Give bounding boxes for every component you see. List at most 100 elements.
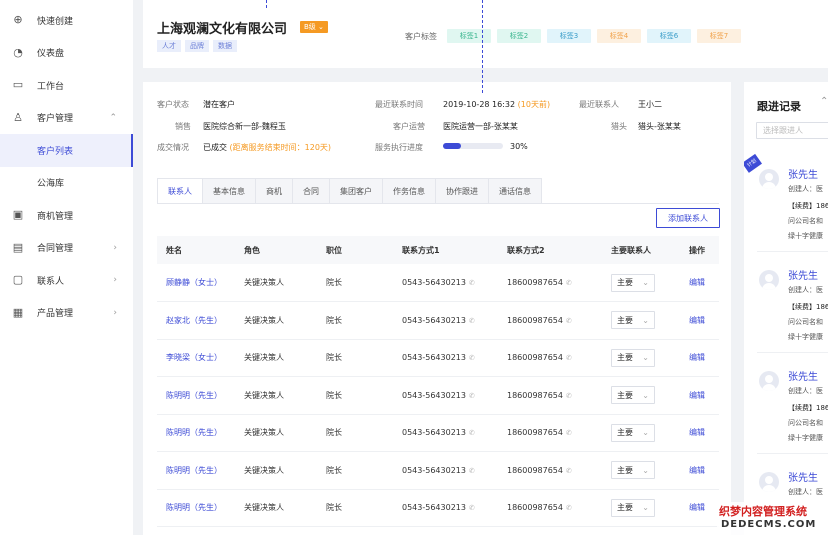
follow-up-card[interactable]: 张先生 创建人：医 【续费】186 问公司名和 绿十字健康 xyxy=(744,252,828,353)
record-line: 绿十字健康 xyxy=(788,232,823,240)
phone-icon[interactable]: ✆ xyxy=(566,392,572,400)
main-contact-cell: 主要 ⌄ xyxy=(602,339,680,377)
edit-link[interactable]: 编辑 xyxy=(680,489,719,527)
tab-call-info[interactable]: 通话信息 xyxy=(488,178,542,204)
contact-name-link[interactable]: 李晓梁（女士） xyxy=(157,339,235,377)
ops-value: 医院运营一部-张某某 xyxy=(443,122,518,131)
phone-icon[interactable]: ✆ xyxy=(469,279,475,287)
follower-name[interactable]: 张先生 xyxy=(788,267,818,282)
product-icon: ▦ xyxy=(12,305,24,319)
main-contact-select[interactable]: 主要 ⌄ xyxy=(611,311,655,330)
plan-corner-tag: 计划 xyxy=(744,153,762,173)
contact-role: 关键决策人 xyxy=(235,301,317,340)
collapse-icon[interactable]: ⌃ xyxy=(820,96,828,107)
customer-tag[interactable]: 标签6 xyxy=(647,29,691,43)
record-line: 绿十字健康 xyxy=(788,333,823,341)
phone-icon[interactable]: ✆ xyxy=(566,504,572,512)
tab-basic-info[interactable]: 基本信息 xyxy=(202,178,256,204)
phone-icon[interactable]: ✆ xyxy=(566,429,572,437)
contact-name-link[interactable]: 陈明明（先生） xyxy=(157,414,235,452)
contact-name-link[interactable]: 顾静静（女士） xyxy=(157,264,235,302)
customer-tag[interactable]: 标签1 xyxy=(447,29,491,43)
level-badge[interactable]: B级 ⌄ xyxy=(300,21,328,33)
edit-link[interactable]: 编辑 xyxy=(680,264,719,302)
main-contact-select[interactable]: 主要 ⌄ xyxy=(611,273,655,292)
phone-icon[interactable]: ✆ xyxy=(566,467,572,475)
phone-icon[interactable]: ✆ xyxy=(469,392,475,400)
chevron-down-icon: ⌄ xyxy=(318,23,324,31)
customer-tag[interactable]: 标签4 xyxy=(597,29,641,43)
tab-contract[interactable]: 合同 xyxy=(292,178,330,204)
contact-title: 院长 xyxy=(317,414,393,452)
edit-link[interactable]: 编辑 xyxy=(680,339,719,377)
phone-icon[interactable]: ✆ xyxy=(469,354,475,362)
nav-workbench[interactable]: ▭ 工作台 xyxy=(0,69,133,102)
follower-name[interactable]: 张先生 xyxy=(788,469,818,484)
contact-phone1: 0543-56430213 xyxy=(402,390,466,400)
nav-product-management[interactable]: ▦ 产品管理 › xyxy=(0,297,133,330)
creator-text: 创建人：医 xyxy=(788,286,823,294)
tab-opportunity[interactable]: 商机 xyxy=(255,178,293,204)
phone-icon[interactable]: ✆ xyxy=(566,279,572,287)
phone-icon[interactable]: ✆ xyxy=(469,317,475,325)
contact-phone2-cell: 18600987654 ✆ xyxy=(498,489,602,527)
tab-work-info[interactable]: 作务信息 xyxy=(382,178,436,204)
sales-value: 医院综合新一部-魏程玉 xyxy=(203,122,286,131)
detail-tabs: 联系人 基本信息 商机 合同 集团客户 作务信息 协作跟进 通话信息 xyxy=(157,178,542,204)
follower-name[interactable]: 张先生 xyxy=(788,368,818,383)
nav-contract-management[interactable]: ▤ 合同管理 › xyxy=(0,232,133,265)
contact-role: 关键决策人 xyxy=(235,376,317,415)
contact-phone2: 18600987654 xyxy=(507,353,563,363)
main-contact-select[interactable]: 主要 ⌄ xyxy=(611,348,655,367)
contact-phone1-cell: 0543-56430213 ✆ xyxy=(393,264,498,302)
main-contact-select[interactable]: 主要 ⌄ xyxy=(611,386,655,405)
phone-icon[interactable]: ✆ xyxy=(566,317,572,325)
follower-name[interactable]: 张先生 xyxy=(788,166,818,181)
main-contact-select[interactable]: 主要 ⌄ xyxy=(611,461,655,480)
table-row: 陈明明（先生） 关键决策人 院长 0543-56430213 ✆ 18600987654 ✆… xyxy=(157,414,719,452)
record-line: 【续费】186 xyxy=(788,303,828,311)
nav-customer-list[interactable]: 客户列表 xyxy=(0,134,133,167)
contact-phone1-cell: 0543-56430213 ✆ xyxy=(393,339,498,377)
follow-up-title: 跟进记录 xyxy=(757,100,801,113)
customer-tag[interactable]: 标签3 xyxy=(547,29,591,43)
nav-contacts[interactable]: ▢ 联系人 › xyxy=(0,264,133,297)
contact-name-link[interactable]: 陈明明（先生） xyxy=(157,451,235,490)
edit-link[interactable]: 编辑 xyxy=(680,451,719,490)
tab-group-customer[interactable]: 集团客户 xyxy=(329,178,383,204)
tab-collab-followup[interactable]: 协作跟进 xyxy=(435,178,489,204)
contact-phone1: 0543-56430213 xyxy=(402,278,466,287)
progress-label: 服务执行进度 xyxy=(375,143,423,152)
edit-link[interactable]: 编辑 xyxy=(680,376,719,415)
nav-quick-create[interactable]: ⊕ 快速创建 xyxy=(0,4,133,37)
follow-up-panel: 跟进记录 ⌃ 选择跟进人 计划张先生 创建人：医 【续费】186 问公司名和 绿十字健康… xyxy=(744,82,828,535)
nav-customer-management[interactable]: ♙ 客户管理 ⌃ xyxy=(0,102,133,135)
customer-tag[interactable]: 标签2 xyxy=(497,29,541,43)
contact-name-link[interactable]: 陈明明（先生） xyxy=(157,489,235,527)
customer-tag[interactable]: 标签7 xyxy=(697,29,741,43)
phone-icon[interactable]: ✆ xyxy=(566,354,572,362)
nav-opportunity-management[interactable]: ▣ 商机管理 xyxy=(0,199,133,232)
guide-line xyxy=(266,0,267,8)
contact-name-link[interactable]: 赵家北（先生） xyxy=(157,301,235,340)
chevron-down-icon: ⌄ xyxy=(642,390,649,400)
last-contact-time-label: 最近联系时间 xyxy=(375,100,423,109)
contact-phone2: 18600987654 xyxy=(507,428,563,438)
contact-name-link[interactable]: 陈明明（先生） xyxy=(157,376,235,415)
tab-contacts[interactable]: 联系人 xyxy=(157,178,203,204)
add-contact-button[interactable]: 添加联系人 xyxy=(656,208,720,228)
col-header-main-contact: 主要联系人 xyxy=(602,236,680,264)
phone-icon[interactable]: ✆ xyxy=(469,504,475,512)
edit-link[interactable]: 编辑 xyxy=(680,301,719,340)
phone-icon[interactable]: ✆ xyxy=(469,467,475,475)
follow-up-card[interactable]: 张先生 创建人：医 【续费】186 问公司名和 绿十字健康 xyxy=(744,353,828,454)
main-contact-value: 主要 xyxy=(617,315,633,325)
nav-public-pool[interactable]: 公海库 xyxy=(0,167,133,200)
edit-link[interactable]: 编辑 xyxy=(680,414,719,452)
follow-up-person-select[interactable]: 选择跟进人 xyxy=(756,122,828,139)
nav-dashboard[interactable]: ◔ 仪表盘 xyxy=(0,37,133,70)
main-contact-select[interactable]: 主要 ⌄ xyxy=(611,498,655,517)
main-contact-select[interactable]: 主要 ⌄ xyxy=(611,423,655,442)
follow-up-card[interactable]: 计划 张先生 创建人：医 【续费】186 问公司名和 绿十字健康 xyxy=(744,151,828,252)
phone-icon[interactable]: ✆ xyxy=(469,429,475,437)
